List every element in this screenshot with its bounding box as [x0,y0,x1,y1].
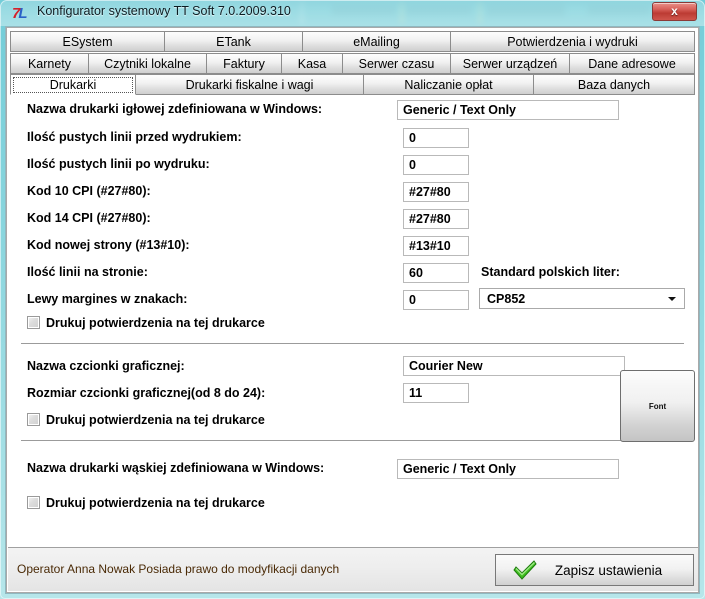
tab-row-3: Drukarki Drukarki fiskalne i wagi Naliczan… [10,74,695,95]
tab-czytniki-lokalne[interactable]: Czytniki lokalne [89,53,207,74]
tab-faktury[interactable]: Faktury [207,53,282,74]
font-button[interactable]: Font [620,370,695,442]
tab-baza-danych[interactable]: Baza danych [534,74,695,95]
narrow-printer-name-label: Nazwa drukarki wąskiej zdefiniowana w Wi… [27,461,325,475]
window-titlebar[interactable]: 7L Konfigurator systemowy TT Soft 7.0.20… [0,0,705,26]
tl-logo-icon: 7L [12,5,28,22]
blank-lines-after-input[interactable]: 0 [403,155,469,175]
tab-label: eMailing [353,34,400,49]
code-14cpi-input[interactable]: #27#80 [403,209,469,229]
lines-per-page-input[interactable]: 60 [403,263,469,283]
graphic-font-name-label: Nazwa czcionki graficznej: [27,359,185,373]
tab-serwer-urz-dze[interactable]: Serwer urządzeń [451,53,570,74]
tab-potwierdzenia-i-wydruki[interactable]: Potwierdzenia i wydruki [451,31,695,52]
code-10cpi-label: Kod 10 CPI (#27#80): [27,184,151,198]
tab-label: Dane adresowe [588,56,676,71]
code-new-page-label: Kod nowej strony (#13#10): [27,238,190,252]
blank-lines-before-label: Ilość pustych linii przed wydrukiem: [27,130,242,144]
code-new-page-input[interactable]: #13#10 [403,236,469,256]
chevron-down-icon [668,297,676,301]
charset-label: Standard polskich liter: [481,265,620,279]
tab-emailing[interactable]: eMailing [303,31,451,52]
tab-row-1: ESystem ETank eMailing Potwierdzenia i wydr… [10,31,695,52]
tab-label: ETank [216,34,251,49]
section-divider-1 [21,343,684,344]
dot-printer-name-label: Nazwa drukarki igłowej zdefiniowana w Wi… [27,102,323,116]
tab-kasa[interactable]: Kasa [282,53,343,74]
tab-label: Naliczanie opłat [404,77,493,92]
lines-per-page-label: Ilość linii na stronie: [27,265,148,279]
dot-print-confirmations-checkbox[interactable] [27,316,40,329]
tab-label: Serwer czasu [358,56,435,71]
tab-label: Drukarki fiskalne i wagi [185,77,314,92]
tab-label: ESystem [62,34,113,49]
graphic-print-confirmations-checkbox[interactable] [27,413,40,426]
graphic-font-name-input[interactable]: Courier New [403,356,625,376]
graphic-print-confirmations-label: Drukuj potwierdzenia na tej drukarce [46,413,265,427]
graphic-font-size-input[interactable]: 11 [403,383,469,403]
dot-print-confirmations-label: Drukuj potwierdzenia na tej drukarce [46,316,265,330]
left-margin-input[interactable]: 0 [403,290,469,310]
code-14cpi-label: Kod 14 CPI (#27#80): [27,211,151,225]
narrow-printer-name-input[interactable]: Generic / Text Only [397,459,619,479]
charset-selected-value: CP852 [487,292,526,306]
code-10cpi-input[interactable]: #27#80 [403,182,469,202]
tab-focus-outline [13,77,133,93]
narrow-print-confirmations-checkbox[interactable] [27,496,40,509]
tab-label: Serwer urządzeń [462,56,558,71]
tab-label: Karnety [27,56,72,71]
status-text: Operator Anna Nowak Posiada prawo do mod… [17,562,340,576]
tab-etank[interactable]: ETank [165,31,303,52]
charset-select[interactable]: CP852 [479,288,685,309]
narrow-print-confirmations-label: Drukuj potwierdzenia na tej drukarce [46,496,265,510]
tab-label: Czytniki lokalne [104,56,191,71]
tab-dane-adresowe[interactable]: Dane adresowe [570,53,695,74]
blank-lines-after-label: Ilość pustych linii po wydruku: [27,157,210,171]
section-divider-2 [21,440,684,441]
left-margin-label: Lewy margines w znakach: [27,292,188,306]
tab-label: Kasa [297,56,327,71]
close-icon[interactable]: x [652,2,697,21]
tab-esystem[interactable]: ESystem [10,31,165,52]
tab-label: Baza danych [577,77,651,92]
tab-karnety[interactable]: Karnety [10,53,89,74]
blank-lines-before-input[interactable]: 0 [403,128,469,148]
application-window: 7L Konfigurator systemowy TT Soft 7.0.20… [0,0,705,599]
drukarki-tab-panel: Nazwa drukarki igłowej zdefiniowana w Wi… [7,96,698,566]
green-check-icon [513,560,537,580]
tab-drukarki-fiskalne-i-wagi[interactable]: Drukarki fiskalne i wagi [136,74,364,95]
tab-label: Potwierdzenia i wydruki [507,34,638,49]
graphic-font-size-label: Rozmiar czcionki graficznej(od 8 do 24): [27,386,266,400]
dot-printer-name-input[interactable]: Generic / Text Only [397,100,619,120]
save-settings-label: Zapisz ustawienia [554,562,663,578]
tab-row-2: Karnety Czytniki lokalne Faktury Kasa Serwer… [10,53,695,74]
tab-drukarki[interactable]: Drukarki [10,74,136,95]
save-settings-button[interactable]: Zapisz ustawienia [495,554,694,586]
client-area: ESystem ETank eMailing Potwierdzenia i wydr… [6,27,699,593]
footer-bar: Operator Anna Nowak Posiada prawo do mod… [8,547,698,591]
tab-serwer-czasu[interactable]: Serwer czasu [343,53,451,74]
window-title: Konfigurator systemowy TT Soft 7.0.2009.… [37,4,291,18]
tab-label: Faktury [223,56,265,71]
tab-naliczanie-op-at[interactable]: Naliczanie opłat [364,74,534,95]
